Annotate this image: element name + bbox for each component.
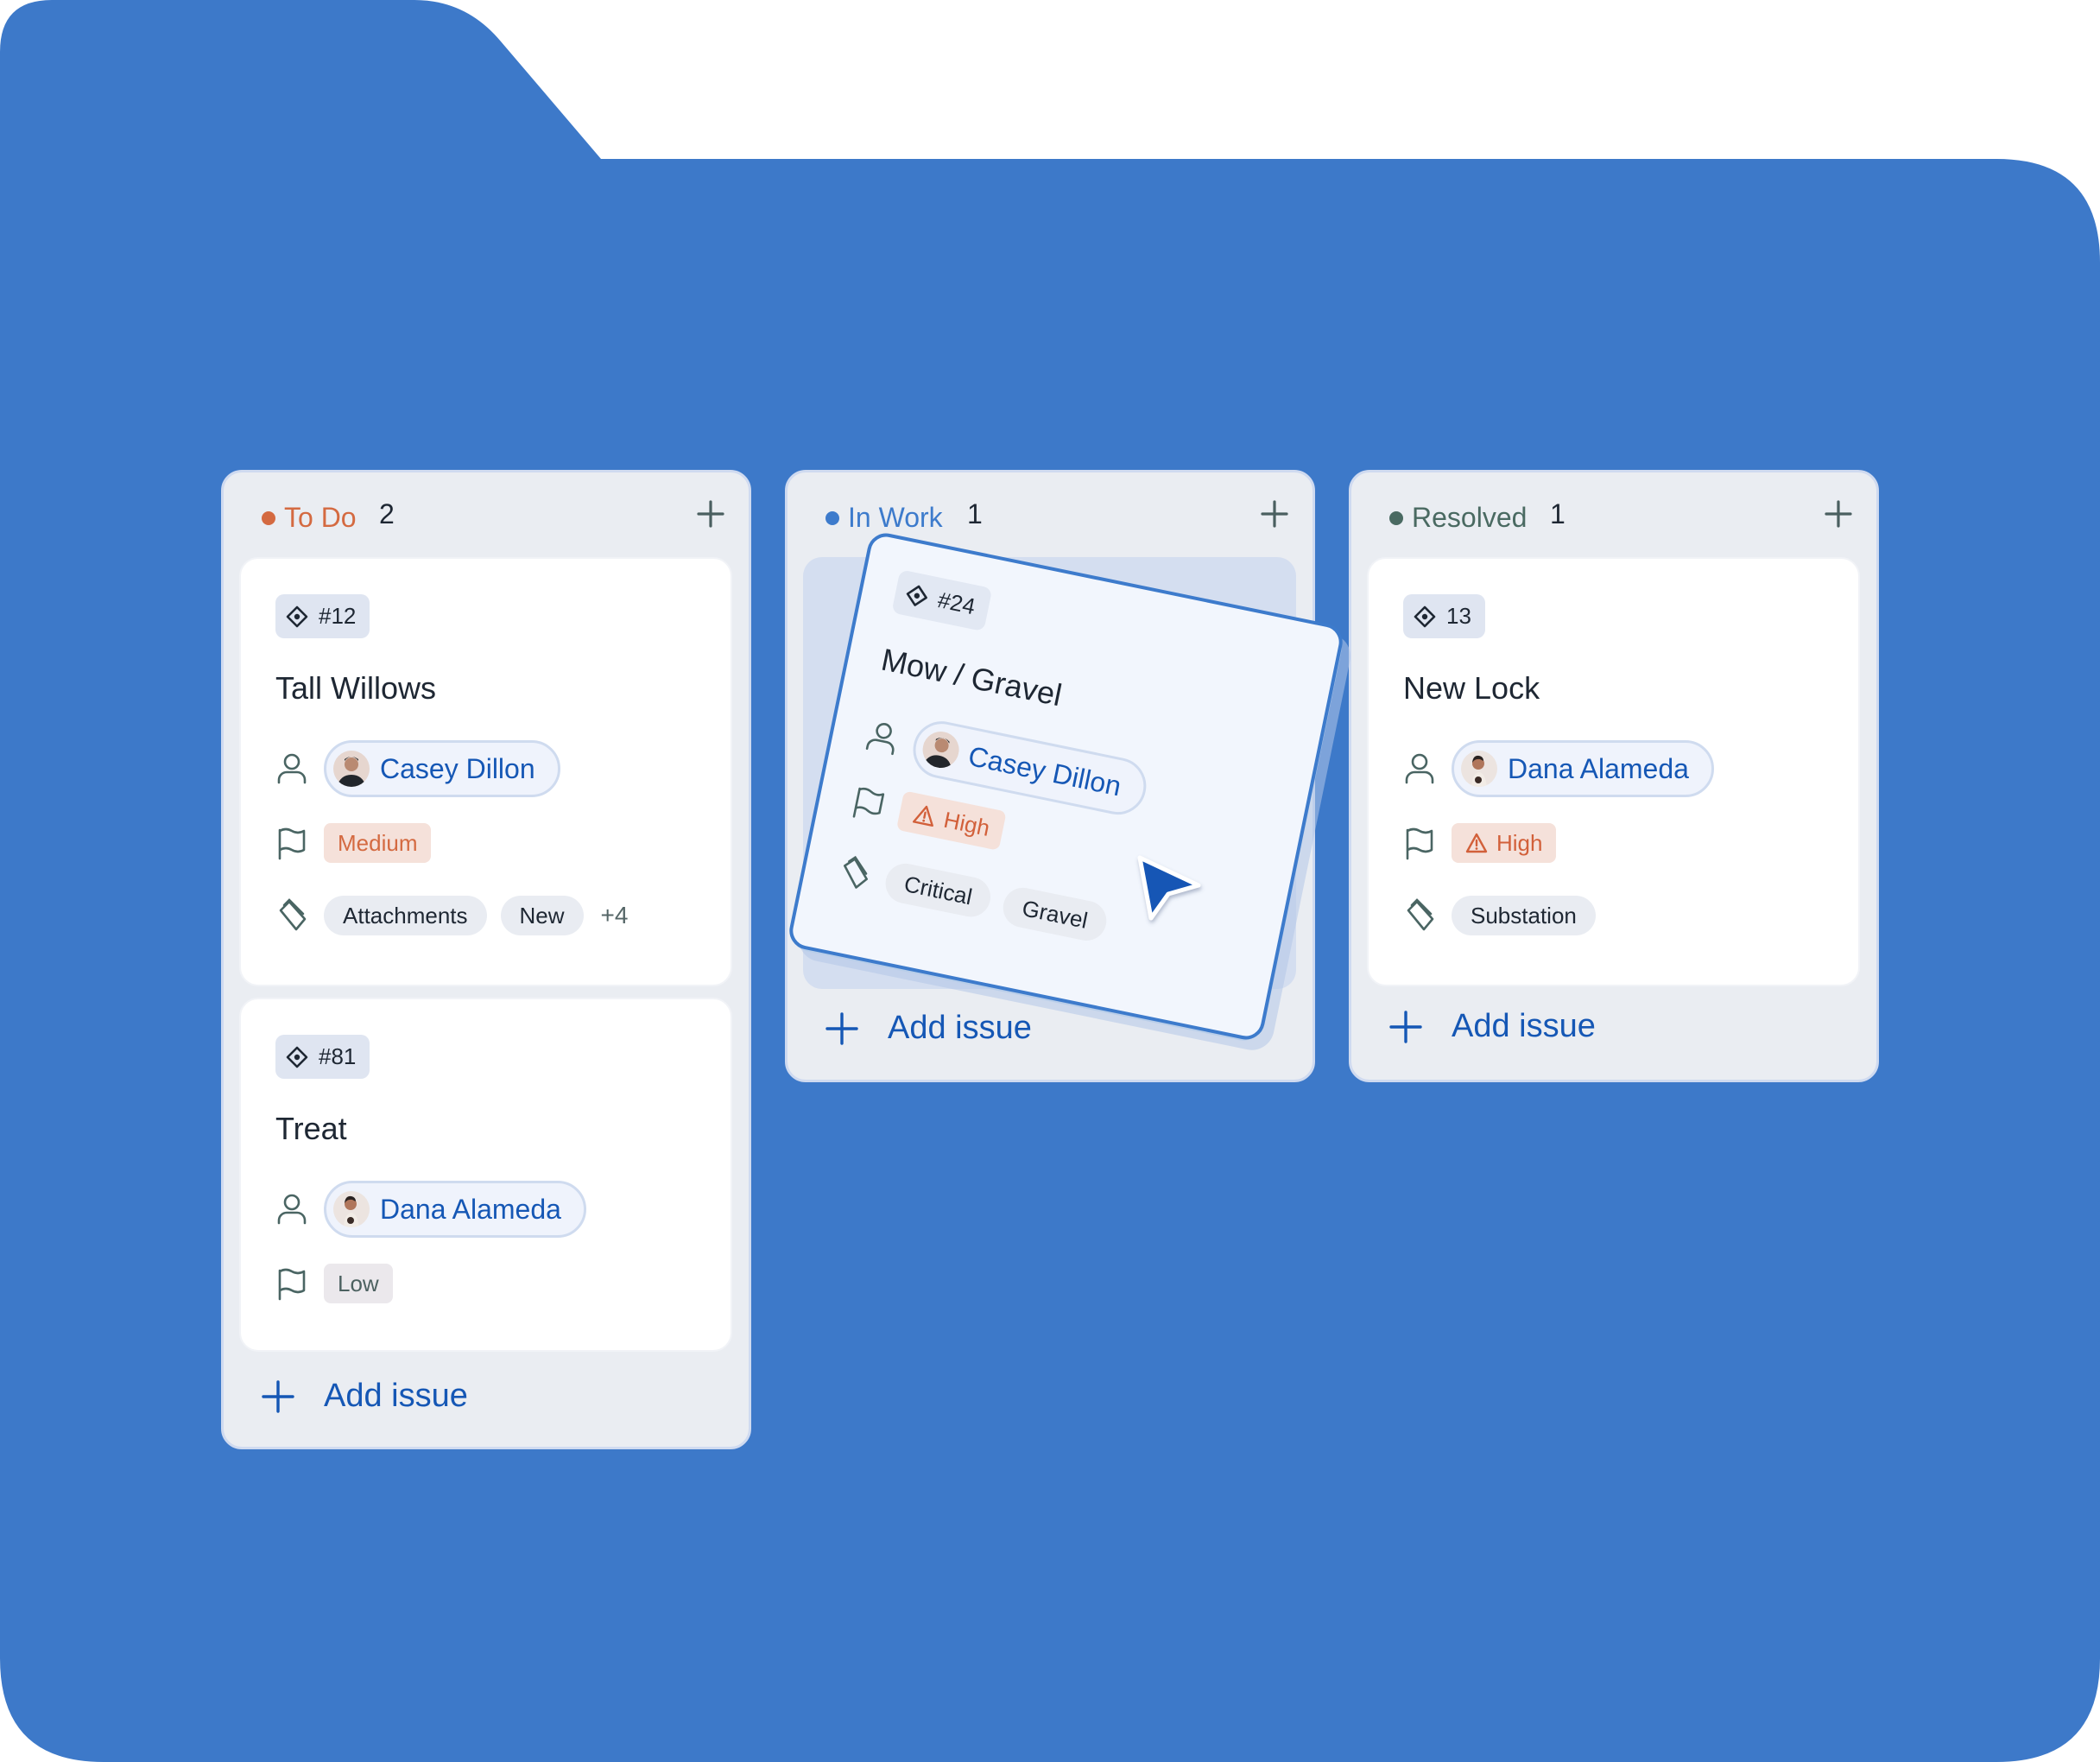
priority-badge[interactable]: Medium xyxy=(324,823,432,863)
add-issue-button[interactable]: Add issue xyxy=(825,1010,1032,1047)
flag-icon xyxy=(1406,827,1433,860)
issue-card[interactable]: #12 Tall Willows Casey Dillon Medium Att… xyxy=(239,557,732,986)
plus-icon xyxy=(697,500,724,528)
column-resolved: Resolved 1 13 New Lock Dana Alameda High xyxy=(1349,470,1879,1082)
mouse-cursor-icon xyxy=(1137,855,1201,921)
add-card-button[interactable] xyxy=(1259,498,1290,529)
avatar xyxy=(333,751,370,787)
plus-icon xyxy=(262,1379,294,1413)
issue-card[interactable]: 13 New Lock Dana Alameda High Substation xyxy=(1367,557,1860,986)
issue-card[interactable]: #81 Treat Dana Alameda Low xyxy=(239,998,732,1352)
tag-icon xyxy=(279,898,307,931)
tags-row: Attachments New +4 xyxy=(275,896,628,935)
assignee-name: Casey Dillon xyxy=(965,739,1124,802)
tags-row: Substation xyxy=(1403,896,1596,935)
tags-row: Critical Gravel xyxy=(835,851,1110,945)
flag-icon xyxy=(278,1268,306,1301)
plus-icon xyxy=(1389,1010,1422,1043)
issue-id-badge: #81 xyxy=(275,1035,370,1079)
assignee-chip[interactable]: Dana Alameda xyxy=(324,1181,586,1238)
assignee-chip[interactable]: Dana Alameda xyxy=(1452,740,1714,797)
tag-icon xyxy=(843,855,869,889)
column-title: Resolved xyxy=(1412,502,1528,533)
issue-id-badge: 13 xyxy=(1403,594,1485,638)
add-issue-button[interactable]: Add issue xyxy=(262,1378,468,1415)
add-issue-label: Add issue xyxy=(324,1378,468,1414)
tag-chip[interactable]: Substation xyxy=(1452,896,1596,935)
priority-label: High xyxy=(941,806,993,841)
status-dot xyxy=(825,511,839,525)
status-dot xyxy=(262,511,275,525)
issue-diamond-icon xyxy=(286,1046,308,1068)
person-icon xyxy=(865,722,895,756)
assignee-row: Casey Dillon xyxy=(275,740,560,797)
add-issue-button[interactable]: Add issue xyxy=(1389,1008,1596,1045)
more-tags-count[interactable]: +4 xyxy=(601,902,629,929)
priority-label: Low xyxy=(338,1270,379,1296)
issue-diamond-icon xyxy=(286,605,308,627)
issue-id: #24 xyxy=(935,586,978,620)
issue-id: #81 xyxy=(319,1043,357,1069)
status-dot xyxy=(1389,511,1403,525)
issue-diamond-icon xyxy=(1414,605,1436,627)
priority-row: Low xyxy=(275,1264,393,1303)
avatar xyxy=(1461,751,1497,787)
add-issue-label: Add issue xyxy=(888,1010,1032,1046)
issue-diamond-icon xyxy=(906,585,928,606)
assignee-chip[interactable]: Casey Dillon xyxy=(324,740,560,797)
issue-id-badge: #24 xyxy=(891,569,993,632)
column-header: To Do 2 xyxy=(224,472,749,559)
assignee-row: Dana Alameda xyxy=(275,1181,586,1238)
warning-triangle-icon xyxy=(1465,833,1488,853)
column-count: 1 xyxy=(1550,498,1566,529)
priority-label: Medium xyxy=(338,829,418,856)
assignee-name: Dana Alameda xyxy=(1508,752,1689,784)
issue-id-badge: #12 xyxy=(275,594,370,638)
priority-row: High xyxy=(849,781,1008,851)
plus-icon xyxy=(1825,500,1852,528)
person-icon xyxy=(277,1194,307,1225)
assignee-name: Casey Dillon xyxy=(380,752,535,784)
person-icon xyxy=(1405,753,1434,784)
tag-chip[interactable]: Gravel xyxy=(1000,884,1110,945)
flag-icon xyxy=(278,827,306,860)
add-issue-label: Add issue xyxy=(1452,1008,1596,1044)
plus-icon xyxy=(825,1011,858,1045)
issue-title: Mow / Gravel xyxy=(878,641,1066,713)
issue-id: #12 xyxy=(319,603,357,629)
avatar xyxy=(333,1191,370,1227)
column-title: In Work xyxy=(848,502,943,533)
issue-title: New Lock xyxy=(1403,670,1540,706)
issue-title: Treat xyxy=(275,1111,347,1146)
tag-icon xyxy=(1407,898,1434,931)
priority-row: High xyxy=(1403,823,1557,863)
priority-badge[interactable]: Low xyxy=(324,1264,393,1303)
priority-badge[interactable]: High xyxy=(895,790,1008,851)
avatar xyxy=(919,728,963,771)
priority-row: Medium xyxy=(275,823,432,863)
column-count: 1 xyxy=(967,498,983,529)
tag-chip[interactable]: Critical xyxy=(882,859,995,921)
assignee-row: Dana Alameda xyxy=(1403,740,1714,797)
column-count: 2 xyxy=(379,498,395,529)
priority-label: High xyxy=(1496,829,1543,856)
issue-title: Tall Willows xyxy=(275,670,437,706)
issue-id: 13 xyxy=(1446,603,1471,629)
column-title: To Do xyxy=(284,502,357,533)
column-todo: To Do 2 #12 Tall Willows Casey Dillon Me… xyxy=(221,470,751,1449)
plus-icon xyxy=(1261,500,1288,528)
add-card-button[interactable] xyxy=(1823,498,1854,529)
flag-icon xyxy=(852,787,885,818)
person-icon xyxy=(277,753,307,784)
column-header: In Work 1 xyxy=(788,472,1312,559)
priority-badge[interactable]: High xyxy=(1452,823,1557,863)
add-card-button[interactable] xyxy=(695,498,726,529)
assignee-name: Dana Alameda xyxy=(380,1193,561,1225)
tag-chip[interactable]: New xyxy=(500,896,584,935)
tag-chip[interactable]: Attachments xyxy=(324,896,487,935)
warning-triangle-icon xyxy=(912,805,933,827)
column-header: Resolved 1 xyxy=(1351,472,1876,559)
